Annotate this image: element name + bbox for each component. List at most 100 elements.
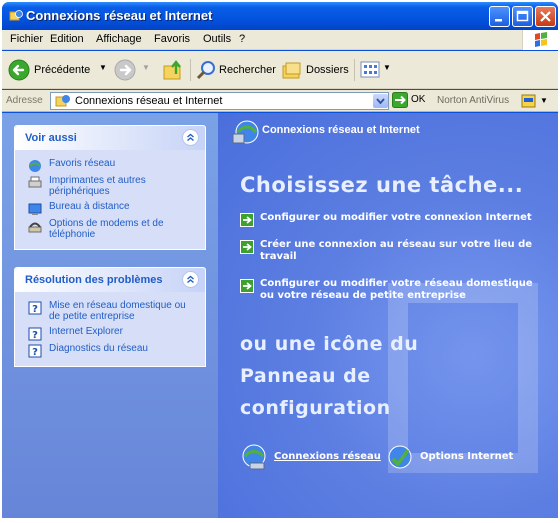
see-also-panel: Voir aussi Favoris réseau Imprimantes et… — [14, 125, 206, 250]
up-folder-icon[interactable] — [162, 58, 186, 82]
sidebar-item-label: Diagnostics du réseau — [49, 343, 148, 354]
choose-task-heading: Choisissez une tâche... — [240, 173, 524, 197]
remote-desktop-icon — [28, 203, 42, 215]
modem-phone-icon — [28, 222, 42, 233]
windows-logo — [522, 30, 558, 50]
internet-options-icon — [388, 445, 412, 469]
network-folder-icon — [55, 95, 70, 107]
folders-icon[interactable] — [281, 59, 303, 81]
cp-internet-options[interactable]: Options Internet — [386, 443, 526, 471]
task-label: Créer une connexion au réseau sur votre … — [260, 239, 533, 262]
help-icon: ? — [28, 327, 42, 341]
task-home-network[interactable]: Configurer ou modifier votre réseau dome… — [240, 278, 540, 302]
menu-favorites[interactable]: Favoris — [154, 33, 190, 45]
norton-icon[interactable] — [521, 93, 537, 109]
minimize-button[interactable] — [489, 6, 510, 27]
svg-text:?: ? — [32, 347, 38, 358]
back-arrow-icon[interactable] — [8, 59, 30, 81]
toolbar-separator — [190, 59, 191, 81]
task-workplace-connection[interactable]: Créer une connexion au réseau sur votre … — [240, 239, 540, 263]
task-label: Configurer ou modifier votre réseau dome… — [260, 278, 533, 301]
troubleshoot-title: Résolution des problèmes — [25, 274, 163, 286]
cp-network-connections[interactable]: Connexions réseau — [240, 443, 381, 471]
sidebar-item-remote-desktop[interactable]: Bureau à distance — [23, 201, 197, 215]
cp-item-label: Options Internet — [420, 451, 514, 462]
norton-antivirus-label: Norton AntiVirus — [437, 95, 510, 106]
search-button[interactable]: Rechercher — [219, 64, 276, 76]
network-places-icon — [29, 160, 41, 172]
sidebar-item-label: Imprimantes et autres périphériques — [49, 175, 146, 197]
control-panel-heading-line1: ou une icône du — [240, 333, 419, 355]
content-pane: Connexions réseau et Internet Choisissez… — [218, 113, 558, 518]
toolbar: Précédente ▼ ▼ Rechercher Dossiers ▼ — [2, 51, 558, 89]
network-internet-icon — [232, 120, 259, 144]
close-icon — [540, 11, 551, 22]
task-label: Configurer ou modifier votre connexion I… — [260, 212, 532, 223]
sidebar-item-label: Options de modems et de téléphonie — [49, 218, 164, 240]
cp-item-label: Connexions réseau — [274, 451, 381, 462]
title-bar[interactable]: Connexions réseau et Internet — [2, 2, 558, 30]
menu-edit[interactable]: Edition — [50, 33, 84, 45]
address-dropdown-button[interactable] — [373, 94, 388, 108]
sidebar-item-internet-explorer[interactable]: ? Internet Explorer — [23, 326, 197, 341]
menu-bar: Fichier Edition Affichage Favoris Outils… — [2, 30, 558, 50]
main-area: Voir aussi Favoris réseau Imprimantes et… — [2, 113, 558, 518]
network-folder-icon — [9, 10, 23, 21]
forward-arrow-icon[interactable] — [114, 59, 136, 81]
address-bar: Adresse Connexions réseau et Internet OK… — [2, 90, 558, 112]
maximize-button[interactable] — [512, 6, 533, 27]
section-title: Connexions réseau et Internet — [262, 124, 420, 136]
menu-file[interactable]: Fichier — [10, 33, 43, 45]
green-arrow-icon — [240, 213, 254, 227]
sidebar-item-home-networking[interactable]: ? Mise en réseau domestique ou de petite… — [23, 300, 197, 322]
close-button[interactable] — [535, 6, 556, 27]
chevron-up-double-icon — [187, 275, 194, 284]
printer-icon — [28, 176, 42, 188]
forward-dropdown-icon[interactable]: ▼ — [142, 63, 150, 72]
menu-tools[interactable]: Outils — [203, 33, 231, 45]
svg-text:?: ? — [32, 330, 38, 341]
control-panel-heading-line2: Panneau de — [240, 365, 371, 387]
help-icon: ? — [28, 301, 42, 315]
back-dropdown-icon[interactable]: ▼ — [99, 63, 107, 72]
search-icon[interactable] — [195, 59, 217, 81]
norton-dropdown-icon[interactable]: ▼ — [540, 96, 548, 105]
chevron-down-icon — [376, 98, 385, 105]
sidebar-item-modem-options[interactable]: Options de modems et de téléphonie — [23, 218, 197, 240]
task-pane: Voir aussi Favoris réseau Imprimantes et… — [2, 113, 218, 518]
sidebar-item-label: Mise en réseau domestique ou de petite e… — [49, 300, 186, 322]
sidebar-item-network-diagnostics[interactable]: ? Diagnostics du réseau — [23, 343, 197, 358]
troubleshoot-header[interactable]: Résolution des problèmes — [15, 268, 205, 292]
see-also-header[interactable]: Voir aussi — [15, 126, 205, 150]
troubleshoot-panel: Résolution des problèmes ? Mise en résea… — [14, 267, 206, 367]
minimize-icon — [495, 19, 502, 22]
task-configure-internet[interactable]: Configurer ou modifier votre connexion I… — [240, 212, 540, 227]
window-title: Connexions réseau et Internet — [26, 8, 213, 23]
network-connections-icon — [242, 444, 266, 470]
address-label: Adresse — [6, 95, 43, 106]
windows-flag-icon — [535, 32, 547, 47]
views-icon[interactable] — [360, 60, 382, 80]
sidebar-item-network-places[interactable]: Favoris réseau — [23, 158, 197, 172]
folders-button[interactable]: Dossiers — [306, 64, 349, 76]
svg-text:?: ? — [32, 304, 38, 315]
address-value: Connexions réseau et Internet — [75, 95, 223, 107]
see-also-title: Voir aussi — [25, 132, 77, 144]
sidebar-item-label: Internet Explorer — [49, 326, 123, 337]
control-panel-heading-line3: configuration — [240, 397, 391, 419]
explorer-window: Connexions réseau et Internet Fichier Ed… — [2, 2, 558, 518]
help-icon: ? — [28, 344, 42, 358]
sidebar-item-printers[interactable]: Imprimantes et autres périphériques — [23, 175, 197, 197]
go-label: OK — [411, 94, 426, 105]
views-dropdown-icon[interactable]: ▼ — [383, 63, 391, 72]
go-arrow-icon — [392, 92, 408, 108]
collapse-button[interactable] — [182, 271, 199, 288]
back-button[interactable]: Précédente — [34, 64, 90, 76]
chevron-up-double-icon — [187, 133, 194, 142]
menu-help[interactable]: ? — [239, 33, 245, 45]
collapse-button[interactable] — [182, 129, 199, 146]
sidebar-item-label: Favoris réseau — [49, 158, 116, 169]
address-input[interactable]: Connexions réseau et Internet — [50, 92, 389, 110]
sidebar-item-label: Bureau à distance — [49, 201, 130, 212]
menu-view[interactable]: Affichage — [96, 33, 142, 45]
